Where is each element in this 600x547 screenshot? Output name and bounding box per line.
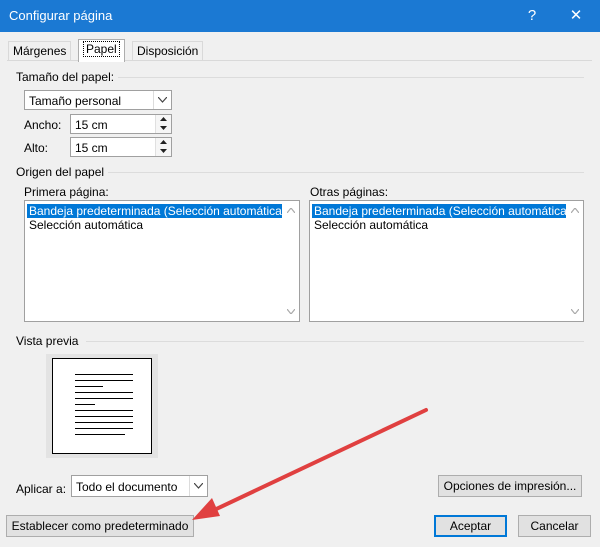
preview-text-line bbox=[75, 434, 125, 435]
tab-margins-label: Márgenes bbox=[13, 44, 67, 58]
title-bar: Configurar página ? ✕ bbox=[0, 0, 600, 32]
paper-size-label: Tamaño del papel: bbox=[16, 70, 115, 84]
height-label: Alto: bbox=[24, 141, 49, 155]
preview-text-line bbox=[75, 422, 133, 423]
apply-to-label: Aplicar a: bbox=[16, 482, 67, 496]
other-pages-label: Otras páginas: bbox=[310, 185, 389, 199]
print-options-button[interactable]: Opciones de impresión... bbox=[438, 475, 582, 497]
preview-text-line bbox=[75, 410, 133, 411]
help-icon[interactable]: ? bbox=[520, 5, 544, 27]
preview-text-line bbox=[75, 398, 133, 399]
paper-source-divider bbox=[108, 172, 584, 173]
tab-paper-label: Papel bbox=[83, 41, 120, 57]
spin-down-icon[interactable] bbox=[156, 124, 171, 133]
apply-to-value: Todo el documento bbox=[76, 480, 178, 494]
first-page-listbox[interactable]: Bandeja predeterminada (Selección automá… bbox=[24, 200, 300, 322]
page-preview bbox=[46, 354, 158, 458]
width-spinner-buttons bbox=[155, 115, 171, 133]
chevron-down-icon[interactable] bbox=[153, 91, 171, 109]
dialog-body: Márgenes Papel Disposición Tamaño del pa… bbox=[0, 32, 600, 547]
height-value: 15 cm bbox=[75, 141, 108, 155]
scroll-down-icon[interactable] bbox=[571, 309, 579, 314]
height-spinner-buttons bbox=[155, 138, 171, 156]
preview-label: Vista previa bbox=[16, 334, 79, 348]
preview-text-line bbox=[75, 428, 133, 429]
apply-to-select[interactable]: Todo el documento bbox=[71, 475, 208, 497]
width-label: Ancho: bbox=[24, 118, 62, 132]
list-item[interactable]: Selección automática bbox=[312, 218, 430, 232]
tab-margins[interactable]: Márgenes bbox=[8, 41, 72, 62]
preview-text-line bbox=[75, 380, 133, 381]
set-default-button[interactable]: Establecer como predeterminado bbox=[6, 515, 194, 537]
first-page-label: Primera página: bbox=[24, 185, 109, 199]
paper-size-divider bbox=[118, 77, 584, 78]
list-item[interactable]: Selección automática bbox=[27, 218, 145, 232]
paper-size-select[interactable]: Tamaño personal bbox=[24, 90, 172, 110]
window-title: Configurar página bbox=[9, 8, 113, 23]
list-item[interactable]: Bandeja predeterminada (Selección automá… bbox=[312, 204, 573, 218]
other-pages-listbox[interactable]: Bandeja predeterminada (Selección automá… bbox=[309, 200, 584, 322]
cancel-button[interactable]: Cancelar bbox=[518, 515, 591, 537]
width-value: 15 cm bbox=[75, 118, 108, 132]
ok-button[interactable]: Aceptar bbox=[434, 515, 507, 537]
tab-layout[interactable]: Disposición bbox=[132, 41, 204, 62]
height-spinner[interactable]: 15 cm bbox=[70, 137, 172, 157]
preview-text-line bbox=[75, 392, 133, 393]
width-spinner[interactable]: 15 cm bbox=[70, 114, 172, 134]
spin-down-icon[interactable] bbox=[156, 147, 171, 156]
scroll-down-icon[interactable] bbox=[287, 309, 295, 314]
preview-text-line bbox=[75, 374, 133, 375]
tab-layout-label: Disposición bbox=[137, 44, 199, 58]
scrollbar[interactable] bbox=[566, 201, 583, 321]
preview-divider bbox=[86, 341, 584, 342]
scrollbar[interactable] bbox=[282, 201, 299, 321]
list-item[interactable]: Bandeja predeterminada (Selección automá… bbox=[27, 204, 288, 218]
scroll-up-icon[interactable] bbox=[571, 208, 579, 213]
tab-paper[interactable]: Papel bbox=[78, 39, 125, 62]
preview-text-line bbox=[75, 404, 95, 405]
close-icon[interactable]: ✕ bbox=[564, 5, 588, 27]
paper-source-label: Origen del papel bbox=[16, 165, 105, 179]
paper-size-value: Tamaño personal bbox=[29, 94, 122, 108]
preview-text-line bbox=[75, 386, 103, 387]
scroll-up-icon[interactable] bbox=[287, 208, 295, 213]
chevron-down-icon[interactable] bbox=[189, 476, 207, 496]
preview-paper bbox=[52, 358, 152, 454]
preview-text-line bbox=[75, 416, 133, 417]
